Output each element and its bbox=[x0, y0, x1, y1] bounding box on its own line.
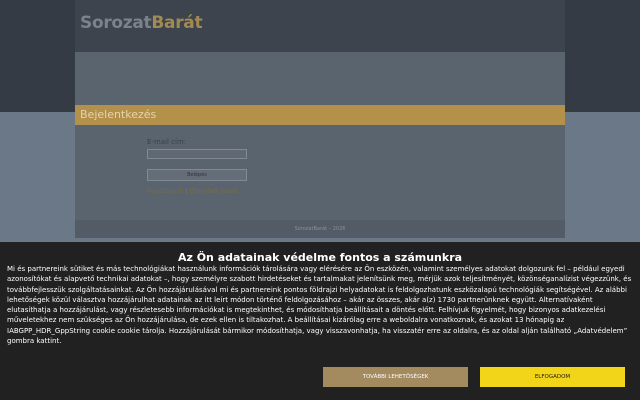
register-link[interactable]: Regisztráció bbox=[147, 188, 183, 195]
section-title: Bejelentkezés bbox=[80, 108, 157, 121]
login-links: Regisztráció | Elfelejtett jelszó bbox=[147, 188, 327, 195]
page-container: SorozatBarát Bejelentkezés E-mail cím: B… bbox=[75, 0, 565, 238]
logo-text-part1: Sorozat bbox=[80, 13, 152, 33]
site-header: SorozatBarát bbox=[75, 0, 565, 52]
forgot-password-link[interactable]: Elfelejtett jelszó bbox=[189, 188, 237, 195]
site-logo[interactable]: SorozatBarát bbox=[80, 13, 203, 33]
email-label: E-mail cím: bbox=[147, 138, 187, 146]
section-title-bar: Bejelentkezés bbox=[75, 105, 565, 125]
login-form: E-mail cím: Belépés Regisztráció | Elfel… bbox=[147, 138, 327, 195]
more-options-button[interactable]: TOVÁBBI LEHETŐSÉGEK bbox=[323, 367, 468, 387]
consent-dialog: Az Ön adatainak védelme fontos a számunk… bbox=[0, 242, 640, 400]
site-footer: SorozatBarát – 2026 bbox=[75, 220, 565, 238]
accept-button[interactable]: ELFOGADOM bbox=[480, 367, 625, 387]
consent-body-text: Mi és partnereink sütiket és más technol… bbox=[7, 265, 632, 346]
email-field[interactable] bbox=[147, 149, 247, 159]
footer-text: SorozatBarát – 2026 bbox=[294, 226, 346, 232]
login-button[interactable]: Belépés bbox=[147, 169, 247, 181]
consent-title: Az Ön adatainak védelme fontos a számunk… bbox=[177, 251, 463, 264]
logo-text-part2: Barát bbox=[151, 13, 203, 33]
link-separator: | bbox=[185, 188, 188, 195]
